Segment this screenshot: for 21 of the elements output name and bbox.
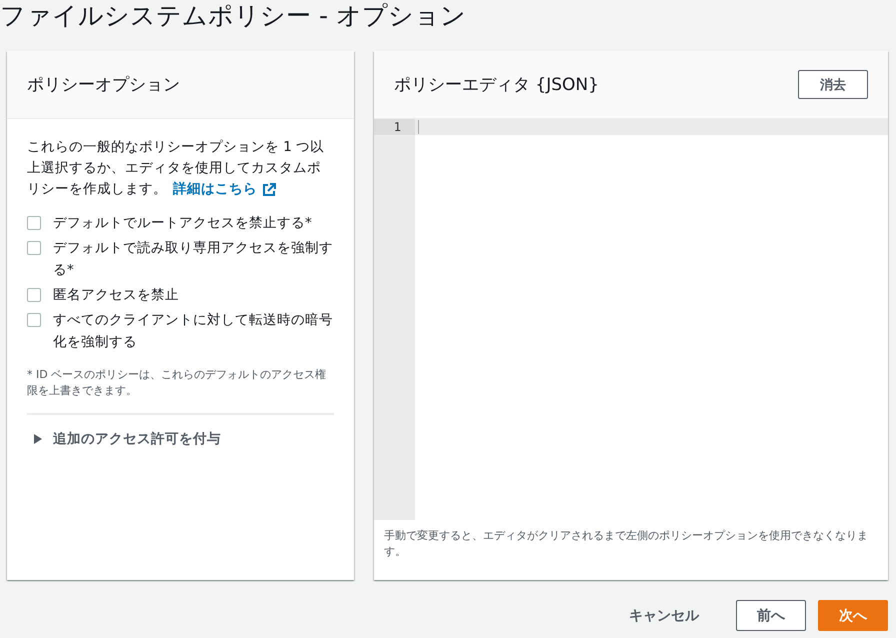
- checkbox[interactable]: [27, 216, 41, 230]
- learn-more-link[interactable]: 詳細はこちら: [173, 179, 276, 200]
- checkbox-label: デフォルトで読み取り専用アクセスを強制する*: [53, 239, 334, 280]
- previous-button[interactable]: 前へ: [736, 600, 806, 631]
- panel-title: ポリシーエディタ {JSON}: [394, 74, 599, 96]
- description-text: これらの一般的なポリシーオプションを 1 つ以上選択するか、エディタを使用してカスタムポリシーを作成します。 詳細はこちら: [27, 137, 334, 200]
- line-number: 1: [374, 119, 415, 135]
- checkbox-label: すべてのクライアントに対して転送時の暗号化を強制する: [53, 311, 334, 352]
- checkbox[interactable]: [27, 241, 41, 255]
- external-link-icon: [262, 182, 276, 196]
- editor-note: 手動で変更すると、エディタがクリアされるまで左側のポリシーオプションを使用できなくなります。: [383, 528, 869, 560]
- clear-button[interactable]: 消去: [798, 70, 868, 99]
- checkbox-label: 匿名アクセスを禁止: [53, 286, 179, 305]
- panel-title: ポリシーオプション: [27, 74, 180, 96]
- checkbox[interactable]: [27, 313, 41, 327]
- checkbox-label: デフォルトでルートアクセスを禁止する*: [53, 214, 312, 233]
- expandable-section[interactable]: 追加のアクセス許可を付与: [27, 430, 334, 448]
- footnote-text: * ID ベースのポリシーは、これらのデフォルトのアクセス権限を上書きできます。: [27, 367, 328, 399]
- cancel-button[interactable]: キャンセル: [608, 600, 720, 631]
- checkbox[interactable]: [27, 288, 41, 302]
- page-title: ファイルシステムポリシー - オプション: [0, 0, 467, 32]
